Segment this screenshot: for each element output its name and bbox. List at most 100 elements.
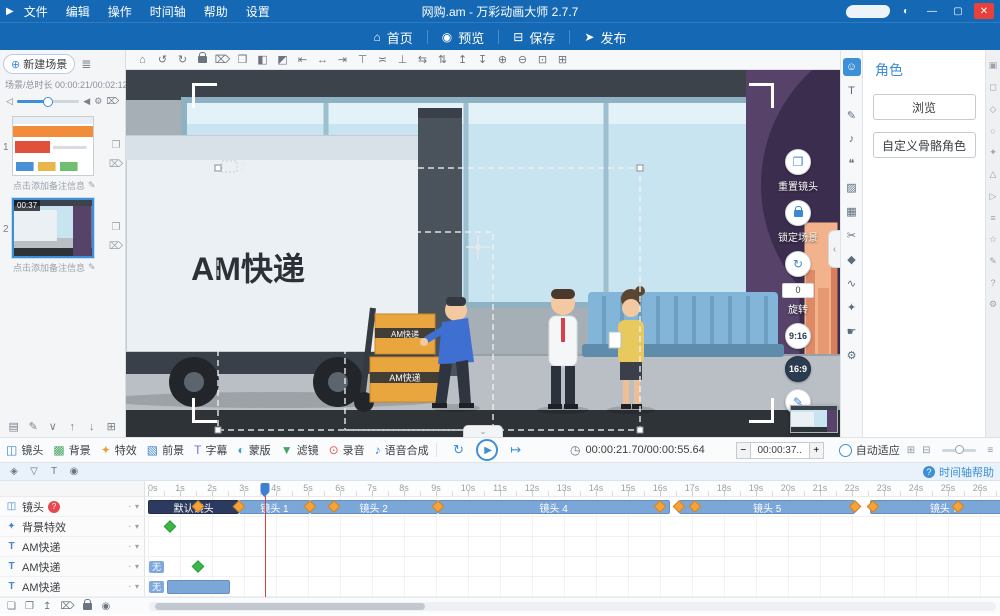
panel-help-icon[interactable]: ? (990, 278, 995, 288)
copy-icon[interactable]: ❐ (234, 52, 251, 68)
close-button[interactable]: ✕ (974, 3, 994, 19)
track-header[interactable]: T AM快递 ∙ ▾ (0, 537, 145, 556)
effects-tool[interactable]: ✦特效 (101, 442, 137, 458)
scene-time-value[interactable]: 00:00:37.. (751, 442, 809, 459)
timeline-segment[interactable]: 镜头 1 (239, 500, 309, 514)
menu-file[interactable]: 文件 (24, 3, 48, 20)
duplicate-scene-icon[interactable]: ❐ (109, 222, 123, 233)
track-menu-icon[interactable]: ∙ (128, 521, 131, 532)
panel-settings-icon[interactable]: ⚙ (989, 299, 997, 310)
timeline-segment[interactable]: 镜头 4 (438, 500, 670, 514)
move-up-track-icon[interactable]: ↥ (43, 601, 51, 612)
track-menu-icon[interactable]: ∙ (128, 501, 131, 512)
no-animation-badge[interactable]: 无 (149, 581, 164, 593)
nav-save-button[interactable]: ⊟ 保存 (499, 23, 569, 51)
menu-actions[interactable]: 操作 (108, 3, 132, 20)
zoom-out-icon[interactable]: ⊖ (514, 52, 531, 68)
maximize-button[interactable]: ▢ (948, 3, 968, 19)
undo-icon[interactable]: ↺ (154, 52, 171, 68)
theme-icon[interactable]: ◐ (896, 3, 916, 19)
panel-image-icon[interactable]: △ (990, 169, 997, 180)
effect-tool-icon[interactable]: ✦ (843, 298, 861, 316)
overlay-collapse-handle[interactable]: ‹ (828, 230, 840, 268)
track-alert-badge[interactable]: ? (48, 501, 60, 513)
hand-tool-icon[interactable]: ☛ (843, 322, 861, 340)
scene-move-down-icon[interactable]: ↓ (84, 419, 99, 434)
timeline-scrollbar[interactable] (149, 602, 996, 611)
timeline-ruler[interactable]: 0s1s2s3s4s5s6s7s8s9s10s11s12s13s14s15s16… (145, 481, 1000, 496)
scene-settings-icon[interactable]: ⚙ (94, 96, 102, 107)
align-top-icon[interactable]: ⊤ (354, 52, 371, 68)
panel-video-icon[interactable]: ▷ (990, 191, 997, 202)
home-icon[interactable]: ⌂ (134, 52, 151, 68)
browse-button[interactable]: 浏览 (873, 94, 976, 120)
timeline-segment[interactable]: 镜头 5 (679, 500, 855, 514)
timeline-segment[interactable]: 镜头 7 (870, 500, 1000, 514)
track-menu-icon[interactable]: ∙ (128, 561, 131, 572)
background-tool[interactable]: ▩背景 (53, 442, 90, 458)
import-track-icon[interactable]: ❐ (25, 601, 34, 612)
volume-up-icon[interactable]: ◀ (83, 96, 90, 107)
scene-note[interactable]: 点击添加备注信息 ✎ (12, 258, 125, 274)
shape-tool-icon[interactable]: ◆ (843, 250, 861, 268)
subtitle-tool[interactable]: T字幕 (194, 442, 227, 458)
stage-canvas[interactable]: AM快递 AM快递 AM快递 (126, 70, 840, 437)
timeline-lane[interactable] (145, 537, 1000, 556)
minimize-button[interactable]: — (922, 3, 942, 19)
filter-tool[interactable]: ▼滤镜 (281, 442, 319, 458)
panel-scene-icon[interactable]: ▣ (989, 60, 998, 71)
nav-publish-button[interactable]: ➤ 发布 (570, 23, 640, 51)
scene-template-icon[interactable]: ≣ (78, 57, 94, 71)
new-scene-button[interactable]: ⊕ 新建场景 (3, 54, 75, 74)
lock-object-icon[interactable] (194, 52, 211, 68)
zoom-in-icon[interactable]: ⊕ (494, 52, 511, 68)
delete-track-icon[interactable]: ⌦ (60, 601, 74, 612)
volume-slider[interactable] (17, 100, 79, 103)
playhead-marker[interactable] (260, 483, 269, 493)
no-animation-badge[interactable]: 无 (149, 561, 164, 573)
auto-fit-toggle[interactable] (839, 444, 852, 457)
menu-help[interactable]: 帮助 (204, 3, 228, 20)
track-expand-icon[interactable]: ▾ (135, 502, 139, 511)
menu-timeline[interactable]: 时间轴 (150, 3, 186, 20)
scene-list-view-icon[interactable]: ▤ (6, 419, 21, 434)
camera-tool[interactable]: ◫镜头 (6, 442, 43, 458)
zoom-minimap[interactable] (790, 405, 838, 433)
timeline-lane[interactable]: 无 (145, 577, 1000, 596)
reset-camera-button[interactable]: ❐ (785, 149, 811, 175)
track-menu-icon[interactable]: ∙ (128, 581, 131, 592)
scene-delete-icon[interactable]: ⌦ (106, 96, 119, 107)
redo-icon[interactable]: ↻ (174, 52, 191, 68)
delete-object-icon[interactable]: ⌦ (214, 52, 231, 68)
toggle-visibility-icon[interactable]: ◉ (101, 601, 110, 612)
distribute-horizontal-icon[interactable]: ⇆ (414, 52, 431, 68)
nav-home-button[interactable]: ⌂ 首页 (360, 23, 427, 51)
next-scene-icon[interactable]: ↦ (510, 442, 521, 458)
tts-tool[interactable]: ♪语音合成 (375, 442, 429, 458)
rotate-button[interactable]: ↻ (785, 251, 811, 277)
more-options-icon[interactable]: ≡ (987, 445, 994, 456)
panel-effect-icon[interactable]: ✦ (989, 147, 997, 158)
scene-thumbnail-selected[interactable]: 00:37 (12, 198, 94, 258)
custom-skeleton-button[interactable]: 自定义骨骼角色 (873, 132, 976, 158)
play-button[interactable]: ▶ (476, 439, 498, 461)
timeline-lane[interactable]: 默认镜头镜头 1镜头 2镜头 4镜头 5镜头 7 (145, 497, 1000, 516)
canvas-collapse-tab[interactable]: ⌄ (463, 425, 503, 437)
track-text-icon[interactable]: T (46, 466, 62, 477)
scene-collapse-icon[interactable]: ∨ (45, 419, 60, 434)
panel-audio-icon[interactable]: ○ (990, 126, 995, 136)
text-tool-icon[interactable]: T (843, 82, 861, 100)
track-filter-icon[interactable]: ▽ (26, 466, 42, 477)
zoom-slider-knob[interactable] (955, 445, 964, 454)
loop-playback-icon[interactable]: ↻ (453, 442, 464, 458)
timeline-segment[interactable] (167, 580, 229, 594)
panel-character-icon[interactable]: ◻ (989, 82, 996, 93)
panel-chart-icon[interactable]: ≡ (990, 213, 995, 223)
record-tool[interactable]: ⊙录音 (329, 442, 365, 458)
distribute-vertical-icon[interactable]: ⇅ (434, 52, 451, 68)
image-tool-icon[interactable]: ▨ (843, 178, 861, 196)
video-tool-icon[interactable]: ▦ (843, 202, 861, 220)
scene-time-decrease-button[interactable]: − (736, 442, 751, 459)
lock-scene-button[interactable] (785, 200, 811, 226)
track-header[interactable]: ✦ 背景特效 ∙ ▾ (0, 517, 145, 536)
